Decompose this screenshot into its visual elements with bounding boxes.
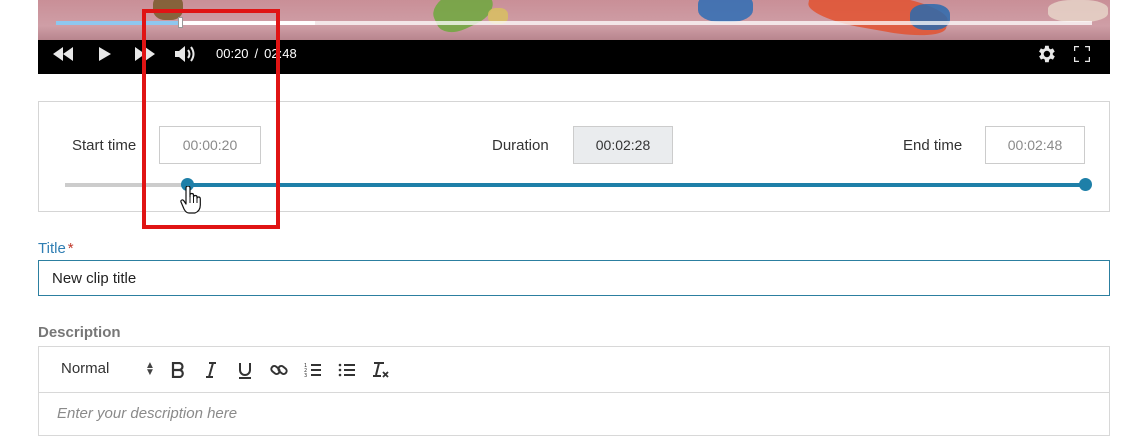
range-end-handle[interactable]: [1079, 178, 1092, 191]
range-slider-selection[interactable]: [187, 183, 1085, 187]
format-select-value: Normal: [61, 360, 110, 377]
time-separator: /: [254, 46, 259, 61]
duration-field: 00:02:28: [573, 126, 673, 164]
description-label: Description: [38, 324, 121, 341]
video-frame-shape: [698, 0, 753, 22]
underline-icon: [239, 362, 251, 379]
range-slider-track[interactable]: [65, 183, 188, 187]
ordered-list-icon: 123: [304, 363, 321, 378]
ordered-list-button[interactable]: 123: [302, 359, 324, 381]
fast-forward-button[interactable]: [134, 43, 156, 65]
clip-trim-panel: Start time 00:00:20 Duration 00:02:28 En…: [38, 101, 1110, 212]
duration-label: Duration: [492, 137, 549, 154]
italic-icon: [206, 362, 216, 378]
title-input[interactable]: New clip title: [38, 260, 1110, 296]
settings-button[interactable]: [1034, 43, 1058, 65]
fullscreen-icon: [1074, 46, 1090, 62]
play-icon: [99, 47, 111, 61]
description-editor[interactable]: Normal ▲ ▼ 123 Enter your description her…: [38, 346, 1110, 436]
italic-button[interactable]: [200, 359, 222, 381]
title-label: Title *: [38, 240, 74, 257]
settings-icon: [1039, 45, 1055, 63]
title-label-text: Title: [38, 240, 66, 257]
link-button[interactable]: [268, 359, 290, 381]
underline-button[interactable]: [234, 359, 256, 381]
rewind-icon: [53, 47, 73, 61]
current-time: 00:20: [216, 46, 249, 61]
rewind-button[interactable]: [52, 43, 74, 65]
range-start-handle[interactable]: [181, 178, 195, 191]
video-frame-shape: [1048, 0, 1108, 22]
video-frame-shape: [910, 4, 950, 30]
player-controls-bar: [38, 40, 1110, 74]
fullscreen-button[interactable]: [1072, 43, 1092, 65]
volume-button[interactable]: [174, 43, 198, 65]
play-button[interactable]: [96, 43, 114, 65]
volume-icon: [175, 46, 195, 62]
time-display: 00:20 / 02:48: [216, 46, 297, 61]
seek-handle[interactable]: [178, 17, 184, 28]
total-time: 02:48: [264, 46, 297, 61]
required-marker: *: [67, 240, 74, 257]
played-bar: [56, 21, 181, 25]
start-time-input[interactable]: 00:00:20: [159, 126, 261, 164]
select-arrows-icon: ▲ ▼: [145, 360, 155, 378]
link-icon: [270, 365, 288, 375]
bullet-list-icon: [338, 363, 355, 377]
clear-format-icon: [373, 362, 389, 378]
end-time-input[interactable]: 00:02:48: [985, 126, 1085, 164]
bold-button[interactable]: [167, 359, 189, 381]
seek-bar[interactable]: [56, 17, 1092, 28]
description-placeholder: Enter your description here: [57, 405, 238, 422]
fast-forward-icon: [135, 47, 155, 61]
bullet-list-button[interactable]: [336, 359, 358, 381]
start-time-label: Start time: [72, 137, 137, 154]
svg-text:3: 3: [304, 373, 307, 378]
format-select[interactable]: Normal ▲ ▼: [61, 360, 155, 378]
end-time-label: End time: [903, 137, 963, 154]
editor-toolbar: Normal ▲ ▼ 123: [39, 347, 1109, 393]
clear-format-button[interactable]: [370, 359, 392, 381]
bold-icon: [171, 362, 184, 378]
video-player[interactable]: 00:20 / 02:48: [38, 0, 1110, 74]
